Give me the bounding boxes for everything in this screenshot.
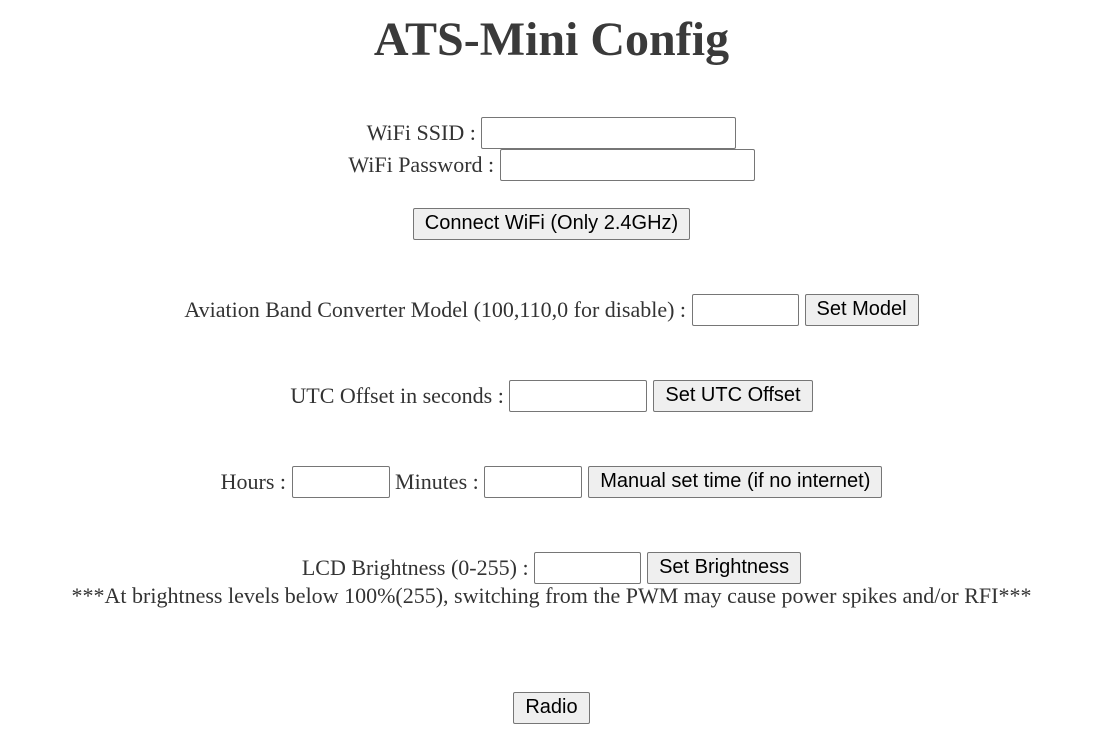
- brightness-row: LCD Brightness (0-255) : Set Brightness: [0, 550, 1103, 584]
- aviation-model-input[interactable]: [691, 293, 799, 326]
- wifi-password-input[interactable]: [499, 148, 755, 181]
- set-utc-offset-button[interactable]: Set UTC Offset: [653, 379, 813, 412]
- utc-offset-row: UTC Offset in seconds : Set UTC Offset: [0, 378, 1103, 412]
- wifi-ssid-input[interactable]: [481, 116, 737, 149]
- brightness-label: LCD Brightness (0-255) :: [301, 554, 529, 580]
- page-title: ATS-Mini Config: [373, 13, 730, 66]
- utc-offset-input[interactable]: [509, 379, 648, 412]
- manual-time-row: Hours : Minutes : Manual set time (if no…: [0, 464, 1103, 498]
- set-model-button[interactable]: Set Model: [804, 293, 919, 326]
- wifi-password-label: WiFi Password :: [348, 151, 495, 177]
- hours-label: Hours :: [220, 468, 287, 494]
- brightness-warning: ***At brightness levels below 100%(255),…: [71, 583, 1032, 608]
- connect-wifi-button[interactable]: Connect WiFi (Only 2.4GHz): [412, 207, 691, 240]
- wifi-ssid-label: WiFi SSID :: [366, 119, 476, 145]
- radio-button[interactable]: Radio: [513, 691, 590, 724]
- wifi-password-row: WiFi Password :: [0, 147, 1103, 181]
- radio-row: Radio: [0, 690, 1103, 724]
- minutes-label: Minutes :: [395, 468, 479, 494]
- utc-offset-label: UTC Offset in seconds :: [290, 382, 504, 408]
- manual-set-time-button[interactable]: Manual set time (if no internet): [588, 465, 883, 498]
- minutes-input[interactable]: [484, 465, 583, 498]
- aviation-row: Aviation Band Converter Model (100,110,0…: [0, 292, 1103, 326]
- hours-input[interactable]: [291, 465, 390, 498]
- aviation-model-label: Aviation Band Converter Model (100,110,0…: [184, 296, 687, 322]
- wifi-ssid-row: WiFi SSID :: [0, 115, 1103, 149]
- connect-wifi-row: Connect WiFi (Only 2.4GHz): [0, 206, 1103, 240]
